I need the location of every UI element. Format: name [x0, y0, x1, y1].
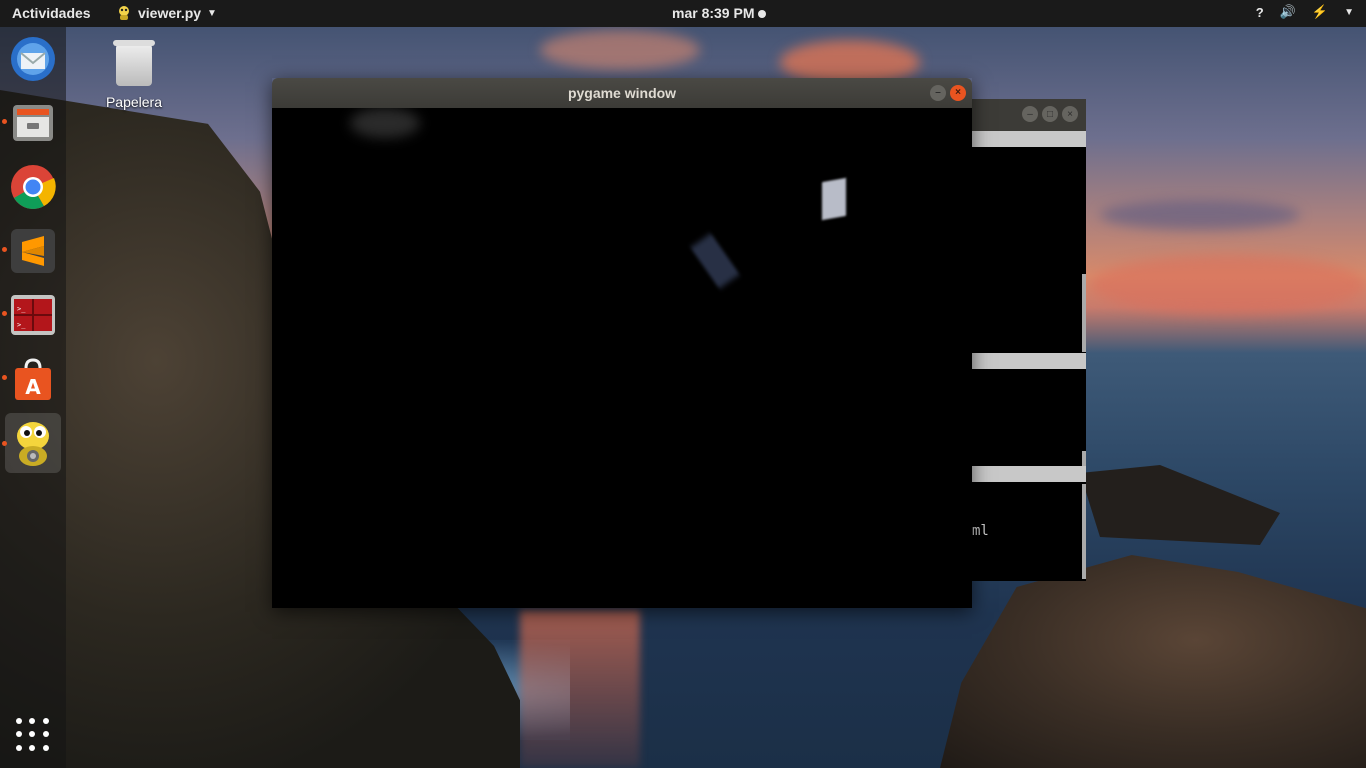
maximize-icon[interactable]: □ — [1042, 106, 1058, 122]
clock[interactable]: mar 8:39 PM — [672, 5, 767, 21]
python-snake-icon — [17, 422, 49, 466]
svg-text:A: A — [25, 375, 41, 399]
volume-icon[interactable]: 🔊 — [1280, 4, 1296, 20]
light-patch — [690, 233, 740, 289]
scrollbar[interactable] — [1082, 451, 1086, 466]
svg-text:>_: >_ — [17, 321, 26, 329]
chevron-down-icon[interactable]: ▼ — [1344, 7, 1354, 18]
camera-artifact — [350, 108, 420, 138]
scrollbar[interactable] — [1082, 274, 1086, 352]
dock-item-sublime-text[interactable] — [5, 223, 61, 279]
file-cabinet-icon — [13, 105, 53, 141]
scrollbar[interactable] — [1082, 484, 1086, 579]
pane-separator — [972, 353, 1086, 369]
background-window-titlebar[interactable]: – □ × — [972, 99, 1086, 131]
app-name: viewer.py — [138, 5, 202, 21]
app-menu[interactable]: viewer.py ▼ — [116, 5, 217, 21]
help-icon[interactable]: ? — [1256, 5, 1264, 20]
pygame-canvas[interactable] — [272, 108, 972, 608]
clock-text: mar 8:39 PM — [672, 5, 755, 21]
battery-icon[interactable]: ⚡ — [1312, 4, 1328, 20]
pane-separator — [972, 466, 1086, 482]
system-tray[interactable]: ? 🔊 ⚡ ▼ — [1256, 4, 1354, 20]
window-title: pygame window — [567, 85, 677, 101]
pygame-window-titlebar[interactable]: pygame window – × — [272, 78, 972, 108]
mail-icon — [11, 37, 55, 81]
dock-item-thunderbird[interactable] — [5, 31, 61, 87]
dock-item-terminal[interactable]: >_ >_ — [5, 287, 61, 343]
activities-button[interactable]: Actividades — [12, 5, 91, 21]
light-patch — [822, 177, 846, 221]
sublime-icon — [11, 229, 55, 273]
terminal-text: ml — [972, 523, 989, 539]
close-icon[interactable]: × — [950, 85, 966, 101]
top-bar: Actividades viewer.py ▼ mar 8:39 PM ? 🔊 … — [0, 0, 1366, 27]
minimize-icon[interactable]: – — [930, 85, 946, 101]
desktop-trash[interactable]: Papelera — [100, 40, 168, 110]
python-snake-icon — [119, 6, 129, 20]
terminal-pane[interactable] — [972, 482, 1086, 581]
trash-icon — [113, 40, 155, 86]
svg-text:>_: >_ — [17, 305, 26, 313]
show-applications-icon[interactable] — [16, 718, 50, 752]
terminal-pane[interactable] — [972, 147, 1086, 353]
dock-item-software[interactable]: A — [5, 351, 61, 407]
chrome-icon — [11, 165, 56, 209]
dock-item-python[interactable] — [5, 413, 61, 473]
pygame-window[interactable]: pygame window – × — [272, 78, 972, 608]
notification-dot-icon — [758, 10, 767, 19]
terminal-icon: >_ >_ — [11, 295, 55, 335]
dock-item-chrome[interactable] — [5, 159, 61, 215]
trash-label: Papelera — [105, 94, 163, 110]
pane-separator — [972, 131, 1086, 147]
terminal-pane[interactable] — [972, 369, 1086, 466]
software-bag-icon: A — [15, 358, 51, 400]
running-indicator — [2, 441, 7, 446]
chevron-down-icon: ▼ — [207, 7, 217, 19]
dock-item-files[interactable] — [5, 95, 61, 151]
close-icon[interactable]: × — [1062, 106, 1078, 122]
background-window[interactable]: – □ × ml — [972, 99, 1086, 581]
dock: >_ >_ A — [0, 27, 66, 768]
minimize-icon[interactable]: – — [1022, 106, 1038, 122]
